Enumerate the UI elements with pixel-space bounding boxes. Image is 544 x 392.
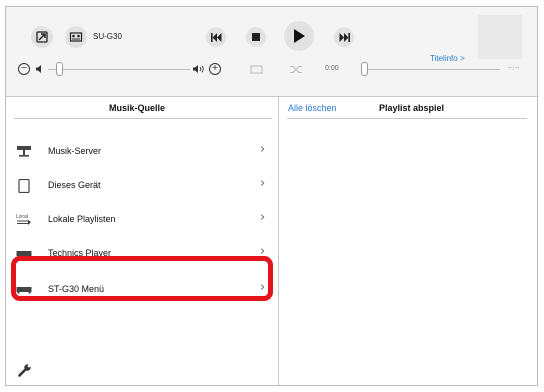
stop-icon: [252, 33, 260, 41]
music-source-pane: Musik-Quelle Musik-Server › Dieses Gerät…: [6, 97, 279, 385]
chevron-right-icon: ›: [260, 142, 266, 157]
volume-slider-thumb[interactable]: [56, 62, 63, 76]
source-item-this-device[interactable]: Dieses Gerät ›: [6, 171, 278, 201]
playlist-title: Playlist abspiel: [379, 103, 445, 113]
source-item-local-playlists[interactable]: Local Lokale Playlisten ›: [6, 205, 278, 235]
source-item-music-server[interactable]: Musik-Server ›: [6, 137, 278, 167]
chevron-right-icon: ›: [260, 176, 266, 191]
source-item-label: Musik-Server: [48, 146, 102, 156]
next-button[interactable]: [334, 27, 354, 47]
volume-slider[interactable]: [48, 69, 190, 70]
previous-track-icon: [210, 32, 221, 42]
speaker-connect-icon: [36, 31, 48, 43]
progress-slider[interactable]: [364, 69, 500, 70]
repeat-icon[interactable]: [250, 65, 263, 74]
player-header: SU-G30 Titelinfo > − + 0:00 --:--: [6, 7, 537, 97]
total-time: --:--: [508, 65, 520, 72]
device-name: SU-G30: [93, 32, 122, 41]
play-icon: [294, 29, 305, 43]
server-icon: [17, 146, 31, 157]
source-item-label: Lokale Playlisten: [48, 214, 116, 224]
elapsed-time: 0:00: [325, 65, 339, 72]
titleinfo-link[interactable]: Titelinfo >: [430, 54, 465, 63]
volume-down-button[interactable]: −: [18, 63, 30, 75]
tablet-icon: [18, 179, 30, 193]
highlight-box: [11, 256, 273, 301]
app-window: SU-G30 Titelinfo > − + 0:00 --:-- Musik-…: [5, 6, 538, 386]
volume-low-icon: [36, 65, 41, 73]
title-divider: [14, 118, 272, 119]
volume-up-button[interactable]: +: [209, 63, 221, 75]
progress-slider-thumb[interactable]: [361, 62, 368, 76]
playlist-pane: Alle löschen Playlist abspiel: [279, 97, 537, 385]
local-playlist-icon: Local: [16, 214, 31, 225]
speaker-select-button[interactable]: [31, 26, 53, 48]
device-select-button[interactable]: [65, 26, 87, 48]
title-divider: [287, 118, 527, 119]
play-button[interactable]: [284, 21, 314, 51]
svg-text:Local: Local: [16, 214, 28, 220]
volume-high-icon: [193, 65, 204, 73]
device-icon: [69, 32, 83, 42]
next-track-icon: [339, 32, 350, 42]
wrench-icon[interactable]: [18, 363, 32, 377]
music-source-title: Musik-Quelle: [109, 103, 166, 113]
source-item-label: Dieses Gerät: [48, 180, 101, 190]
album-art[interactable]: [478, 15, 522, 59]
clear-all-button[interactable]: Alle löschen: [288, 103, 337, 113]
chevron-right-icon: ›: [260, 210, 266, 225]
shuffle-icon[interactable]: [290, 65, 303, 74]
previous-button[interactable]: [206, 27, 226, 47]
stop-button[interactable]: [246, 27, 266, 47]
